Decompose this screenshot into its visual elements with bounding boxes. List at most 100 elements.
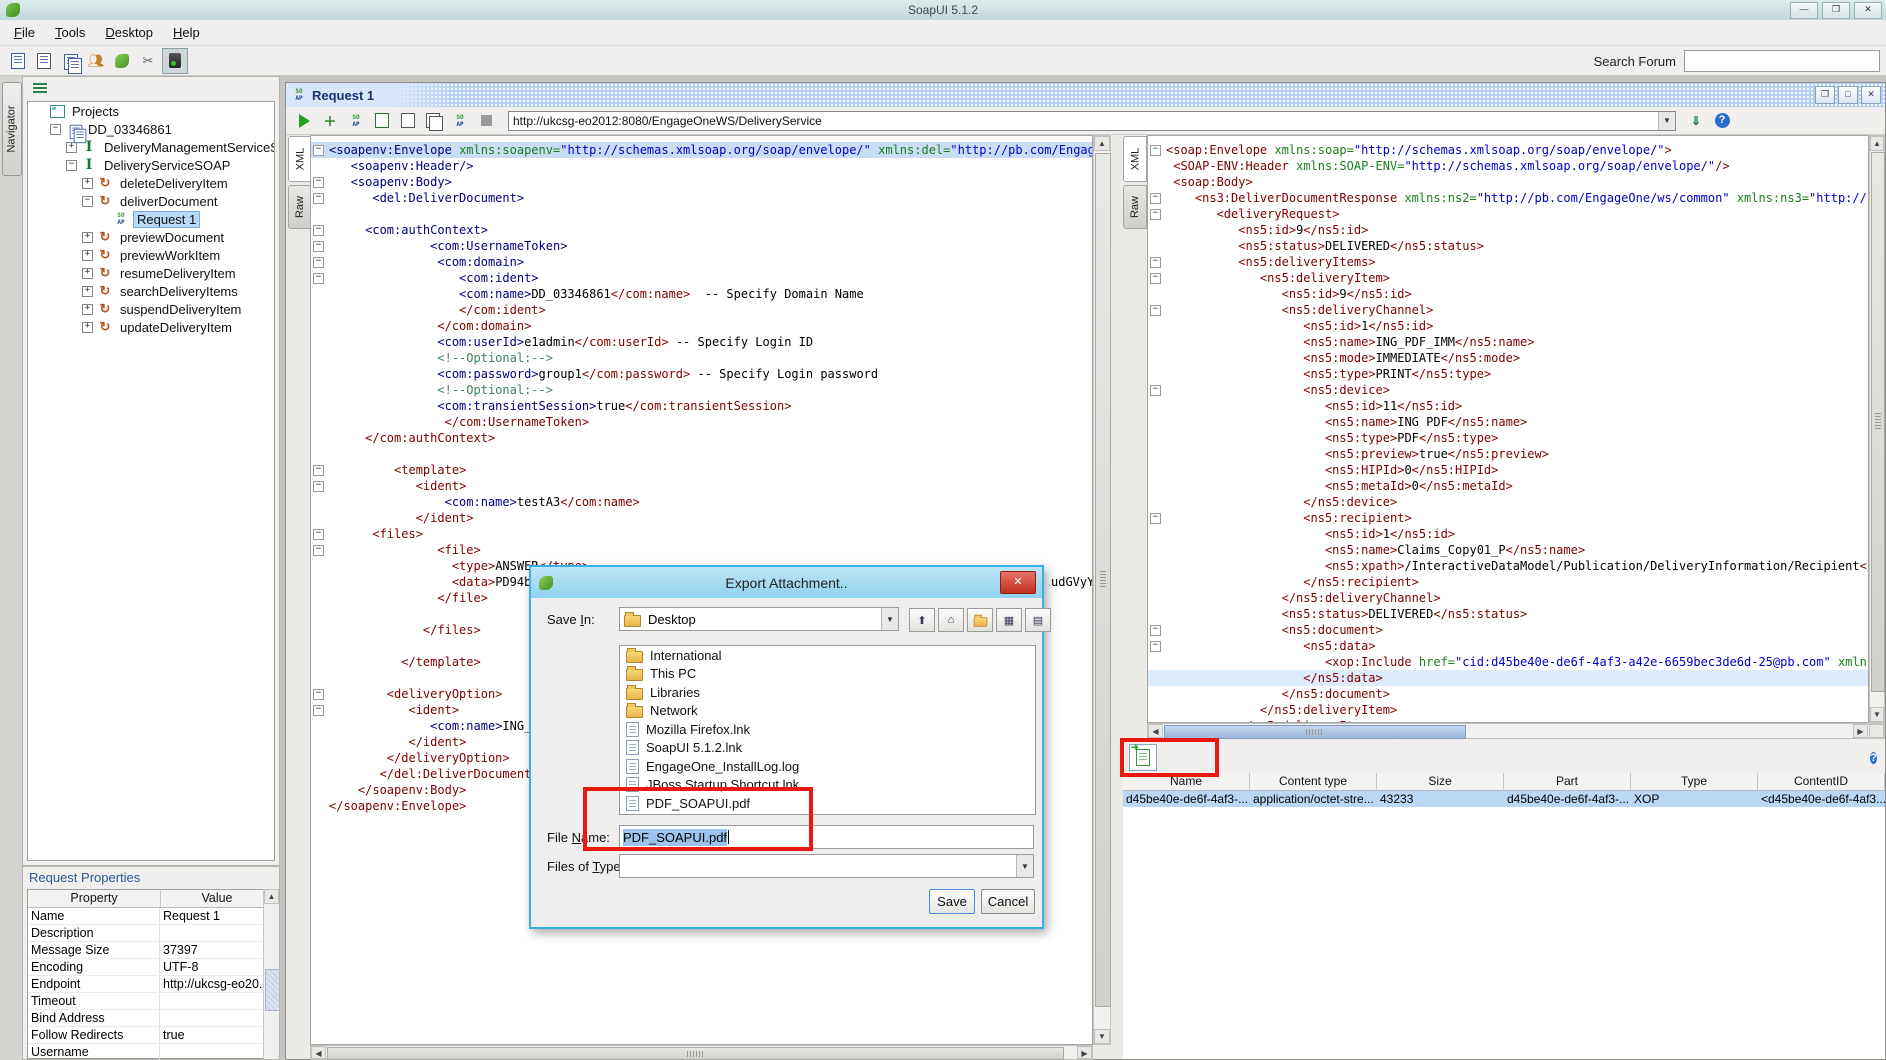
- tree-item-deliveryservicesoap[interactable]: −IDeliveryServiceSOAP: [28, 156, 274, 174]
- property-row[interactable]: EncodingUTF-8: [28, 959, 274, 976]
- fold-icon[interactable]: −: [1150, 641, 1161, 652]
- fold-icon[interactable]: −: [1150, 385, 1161, 396]
- property-row[interactable]: Timeout: [28, 993, 274, 1010]
- chevron-down-icon[interactable]: ▼: [1016, 855, 1033, 877]
- save-all-icon[interactable]: [58, 49, 82, 73]
- files-of-type-combo[interactable]: ▼: [619, 854, 1034, 878]
- export-icon[interactable]: ⇓: [1684, 109, 1708, 133]
- tab-raw[interactable]: Raw: [1123, 185, 1147, 229]
- property-row[interactable]: Description: [28, 925, 274, 942]
- response-hscrollbar[interactable]: ◀ ▶: [1147, 723, 1885, 739]
- fold-icon[interactable]: −: [1150, 257, 1161, 268]
- tree-item-previewdocument[interactable]: +↻previewDocument: [28, 228, 274, 246]
- fold-icon[interactable]: −: [1150, 513, 1161, 524]
- tree-item-projects[interactable]: +Projects: [28, 102, 274, 120]
- window-maximize-icon[interactable]: □: [1838, 86, 1858, 104]
- expander-icon[interactable]: −: [66, 160, 77, 171]
- menu-desktop[interactable]: Desktop: [95, 22, 163, 43]
- corner-button[interactable]: [1869, 724, 1884, 738]
- tree-item-resumedeliveryitem[interactable]: +↻resumeDeliveryItem: [28, 264, 274, 282]
- tree-item-previewworkitem[interactable]: +↻previewWorkItem: [28, 246, 274, 264]
- navigator-menu-icon[interactable]: [33, 83, 47, 93]
- maximize-button[interactable]: ❒: [1822, 2, 1850, 19]
- column-header-contentid[interactable]: ContentID: [1758, 773, 1885, 790]
- expander-icon[interactable]: +: [82, 232, 93, 243]
- fold-icon[interactable]: −: [313, 545, 324, 556]
- fold-icon[interactable]: −: [1150, 209, 1161, 220]
- expander-icon[interactable]: +: [82, 322, 93, 333]
- request-window-titlebar[interactable]: SOAP Request 1 ❐ □ ✕: [286, 83, 1885, 108]
- column-header[interactable]: Value: [161, 890, 274, 907]
- tree-item-searchdeliveryitems[interactable]: +↻searchDeliveryItems: [28, 282, 274, 300]
- chevron-down-icon[interactable]: ▼: [1658, 112, 1675, 130]
- expander-icon[interactable]: −: [82, 196, 93, 207]
- tree-item-suspenddeliveryitem[interactable]: +↻suspendDeliveryItem: [28, 300, 274, 318]
- preferences-icon[interactable]: ✂: [136, 49, 160, 73]
- grid-view-icon[interactable]: ▦: [996, 608, 1022, 632]
- scroll-down-icon[interactable]: ▼: [1870, 707, 1884, 722]
- soap-action-icon[interactable]: SOAP: [344, 109, 368, 133]
- tree-item-deliverymanagementservicesoap[interactable]: +IDeliveryManagementServiceSOAP: [28, 138, 274, 156]
- scroll-left-icon[interactable]: ◀: [1148, 724, 1163, 738]
- fold-icon[interactable]: −: [313, 273, 324, 284]
- dialog-close-icon[interactable]: ✕: [1000, 571, 1036, 594]
- cancel-request-icon[interactable]: [474, 109, 498, 133]
- fold-icon[interactable]: −: [313, 689, 324, 700]
- property-row[interactable]: Endpointhttp://ukcsg-eo20...: [28, 976, 274, 993]
- recreate-request-icon[interactable]: [370, 109, 394, 133]
- column-header-content-type[interactable]: Content type: [1250, 773, 1377, 790]
- property-row[interactable]: Follow Redirectstrue: [28, 1027, 274, 1044]
- create-empty-icon[interactable]: [396, 109, 420, 133]
- menu-help[interactable]: Help: [163, 22, 210, 43]
- tree-item-deliverdocument[interactable]: −↻deliverDocument: [28, 192, 274, 210]
- column-header-type[interactable]: Type: [1631, 773, 1758, 790]
- file-item[interactable]: International: [620, 646, 1035, 665]
- expander-icon[interactable]: +: [82, 304, 93, 315]
- import-project-icon[interactable]: [32, 49, 56, 73]
- up-one-level-icon[interactable]: ⬆: [909, 608, 935, 632]
- fold-icon[interactable]: −: [313, 481, 324, 492]
- properties-scrollbar[interactable]: ▲: [263, 889, 279, 1059]
- scroll-down-icon[interactable]: ▼: [1094, 1029, 1110, 1044]
- property-row[interactable]: Bind Address: [28, 1010, 274, 1027]
- close-button[interactable]: ✕: [1854, 2, 1882, 19]
- fold-icon[interactable]: −: [313, 257, 324, 268]
- window-close-icon[interactable]: ✕: [1861, 86, 1881, 104]
- file-item[interactable]: Network: [620, 702, 1035, 721]
- expander-icon[interactable]: +: [82, 286, 93, 297]
- property-row[interactable]: NameRequest 1: [28, 908, 274, 925]
- column-header-part[interactable]: Part: [1504, 773, 1631, 790]
- property-row[interactable]: Username: [28, 1044, 274, 1060]
- expander-icon[interactable]: −: [50, 124, 61, 135]
- tree-item-deletedeliveryitem[interactable]: +↻deleteDeliveryItem: [28, 174, 274, 192]
- column-header-size[interactable]: Size: [1377, 773, 1504, 790]
- request-hscrollbar[interactable]: ◀ ▶: [310, 1045, 1093, 1060]
- fold-icon[interactable]: −: [313, 145, 324, 156]
- fold-icon[interactable]: −: [313, 241, 324, 252]
- soap-response-icon[interactable]: SOAP: [448, 109, 472, 133]
- file-item[interactable]: This PC: [620, 665, 1035, 684]
- cancel-button[interactable]: Cancel: [981, 889, 1035, 914]
- scroll-up-icon[interactable]: ▲: [264, 889, 279, 904]
- project-tree[interactable]: +Projects−DD_03346861+IDeliveryManagemen…: [27, 101, 275, 861]
- proxy-icon[interactable]: [162, 48, 188, 74]
- attachment-row[interactable]: d45be40e-de6f-4af3-...application/octet-…: [1123, 791, 1885, 807]
- fold-icon[interactable]: −: [1150, 625, 1161, 636]
- tab-xml[interactable]: XML: [288, 136, 312, 182]
- list-view-icon[interactable]: ▤: [1025, 608, 1051, 632]
- menu-tools[interactable]: Tools: [45, 22, 95, 43]
- fold-icon[interactable]: −: [313, 465, 324, 476]
- file-item[interactable]: EngageOne_InstallLog.log: [620, 757, 1035, 776]
- menu-file[interactable]: File: [4, 22, 45, 43]
- tab-raw[interactable]: Raw: [288, 185, 312, 229]
- scroll-left-icon[interactable]: ◀: [311, 1046, 326, 1059]
- dialog-titlebar[interactable]: Export Attachment.. ✕: [531, 567, 1042, 598]
- new-folder-icon[interactable]: [967, 608, 993, 632]
- scroll-right-icon[interactable]: ▶: [1077, 1046, 1092, 1059]
- expander-icon[interactable]: +: [82, 178, 93, 189]
- response-vscrollbar[interactable]: ▲ ▼: [1869, 135, 1885, 723]
- clone-request-icon[interactable]: [422, 109, 446, 133]
- column-header[interactable]: Property: [28, 890, 161, 907]
- navigator-tab[interactable]: Navigator: [2, 82, 22, 176]
- property-row[interactable]: Message Size37397: [28, 942, 274, 959]
